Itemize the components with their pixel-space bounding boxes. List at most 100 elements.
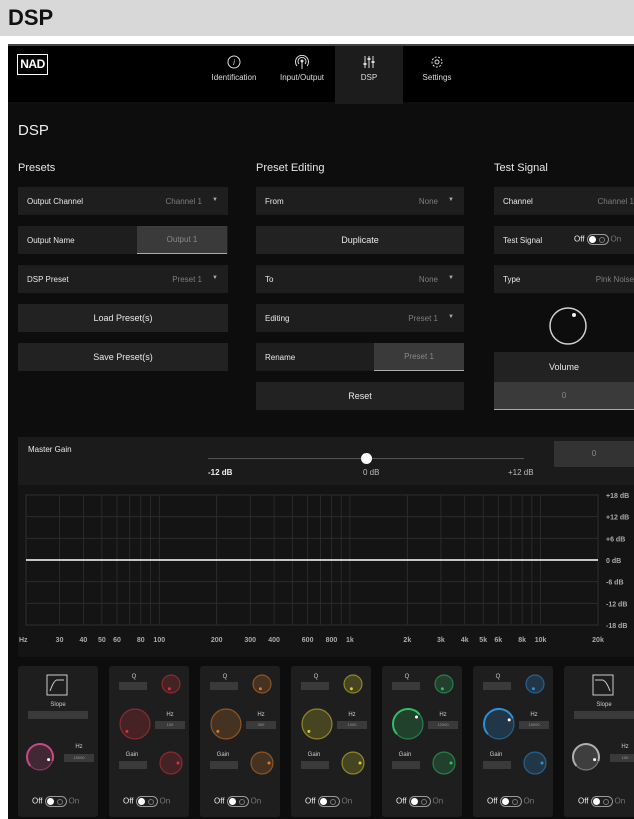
- gain-knob[interactable]: [249, 750, 275, 776]
- q-knob[interactable]: [433, 673, 455, 695]
- toggle-switch[interactable]: [226, 796, 249, 807]
- freq-knob[interactable]: [391, 707, 425, 741]
- tab-settings[interactable]: Settings: [404, 46, 470, 104]
- from-select[interactable]: From None ▼: [256, 187, 464, 215]
- gain-label: Gain: [398, 752, 412, 758]
- chevron-down-icon: ▼: [448, 314, 454, 320]
- peq-band-card: Q Hz 300 Gain Off On: [200, 666, 280, 817]
- band-enable-toggle[interactable]: Off On: [578, 796, 625, 807]
- band-enable-toggle[interactable]: Off On: [305, 796, 352, 807]
- hz-input[interactable]: 100: [155, 721, 185, 729]
- output-channel-label: Output Channel: [27, 197, 84, 206]
- load-presets-button[interactable]: Load Preset(s): [18, 304, 228, 332]
- gain-knob[interactable]: [158, 750, 184, 776]
- q-input[interactable]: [301, 682, 329, 690]
- q-knob[interactable]: [342, 673, 364, 695]
- band-enable-toggle[interactable]: Off On: [396, 796, 443, 807]
- freq-knob[interactable]: [300, 707, 334, 741]
- editing-select[interactable]: Editing Preset 1 ▼: [256, 304, 464, 332]
- channel-label: Channel: [503, 197, 533, 206]
- highpass-freq-knob[interactable]: [25, 742, 55, 772]
- gear-icon: [431, 56, 443, 68]
- freq-knob[interactable]: [209, 707, 243, 741]
- q-knob[interactable]: [160, 673, 182, 695]
- hz-input[interactable]: 100: [610, 754, 634, 762]
- toggle-switch[interactable]: [499, 796, 522, 807]
- q-input[interactable]: [210, 682, 238, 690]
- toggle-off-label: Off: [214, 796, 225, 806]
- toggle-switch[interactable]: [586, 234, 609, 245]
- hz-input[interactable]: 12000: [428, 721, 458, 729]
- q-input[interactable]: [392, 682, 420, 690]
- toggle-switch[interactable]: [408, 796, 431, 807]
- x-tick-label: 50: [98, 637, 106, 644]
- toggle-off-label: Off: [578, 796, 589, 806]
- gain-input[interactable]: [301, 761, 329, 769]
- toggle-switch[interactable]: [317, 796, 340, 807]
- tab-identification[interactable]: i Identification: [198, 46, 270, 104]
- volume-input[interactable]: 0: [494, 382, 634, 410]
- freq-knob[interactable]: [118, 707, 152, 741]
- tab-label: Input/Output: [279, 73, 325, 82]
- gain-input[interactable]: [392, 761, 420, 769]
- channel-select[interactable]: Channel Channel 1: [494, 187, 634, 215]
- toggle-off-label: Off: [487, 796, 498, 806]
- q-knob[interactable]: [251, 673, 273, 695]
- band-enable-toggle[interactable]: Off On: [214, 796, 261, 807]
- hz-input[interactable]: 15000: [64, 754, 94, 762]
- x-tick-label: 600: [302, 637, 314, 644]
- x-tick-label: 30: [56, 637, 64, 644]
- hz-input[interactable]: 1000: [337, 721, 367, 729]
- gain-input[interactable]: [210, 761, 238, 769]
- test-signal-toggle[interactable]: Off On: [574, 234, 621, 245]
- lowpass-freq-knob[interactable]: [571, 742, 601, 772]
- to-select[interactable]: To None ▼: [256, 265, 464, 293]
- toggle-switch[interactable]: [44, 796, 67, 807]
- freq-knob[interactable]: [482, 707, 516, 741]
- toggle-switch[interactable]: [135, 796, 158, 807]
- band-enable-toggle[interactable]: Off On: [32, 796, 79, 807]
- gain-knob[interactable]: [340, 750, 366, 776]
- save-presets-button[interactable]: Save Preset(s): [18, 343, 228, 371]
- type-select[interactable]: Type Pink Noise: [494, 265, 634, 293]
- info-icon: i: [227, 55, 241, 69]
- gain-knob[interactable]: [522, 750, 548, 776]
- master-gain-thumb[interactable]: [360, 453, 372, 464]
- slope-selector[interactable]: [574, 711, 634, 719]
- band-enable-toggle[interactable]: Off On: [487, 796, 534, 807]
- output-name-label: Output Name: [27, 236, 75, 245]
- q-input[interactable]: [119, 682, 147, 690]
- q-knob[interactable]: [524, 673, 546, 695]
- output-name-input[interactable]: Output 1: [137, 226, 227, 254]
- y-tick-label: -6 dB: [606, 580, 624, 587]
- toggle-on-label: On: [523, 796, 535, 806]
- toggle-switch[interactable]: [590, 796, 613, 807]
- to-value: None: [418, 275, 438, 284]
- volume-knob[interactable]: [548, 306, 588, 346]
- master-gain-input[interactable]: 0: [554, 441, 634, 467]
- y-tick-label: -18 dB: [606, 623, 627, 630]
- tab-dsp[interactable]: DSP: [335, 46, 403, 104]
- dsp-preset-label: DSP Preset: [27, 275, 69, 284]
- q-input[interactable]: [483, 682, 511, 690]
- x-tick-label: 4k: [461, 637, 469, 644]
- reset-button[interactable]: Reset: [256, 382, 464, 410]
- hz-input[interactable]: 300: [246, 721, 276, 729]
- duplicate-button[interactable]: Duplicate: [256, 226, 464, 254]
- band-enable-toggle[interactable]: Off On: [123, 796, 170, 807]
- toggle-on-label: On: [610, 234, 622, 244]
- y-tick-label: -12 dB: [606, 601, 627, 608]
- highpass-filter-icon: [46, 674, 68, 696]
- rename-input[interactable]: Preset 1: [374, 343, 464, 371]
- dsp-preset-select[interactable]: DSP Preset Preset 1 ▼: [18, 265, 228, 293]
- output-channel-select[interactable]: Output Channel Channel 1 ▼: [18, 187, 228, 215]
- tab-input-output[interactable]: Input/Output: [271, 46, 333, 104]
- hz-input[interactable]: 15000: [519, 721, 549, 729]
- gain-input[interactable]: [483, 761, 511, 769]
- toggle-off-label: Off: [396, 796, 407, 806]
- toggle-off-label: Off: [32, 796, 43, 806]
- nad-logo: NAD: [17, 54, 48, 75]
- gain-input[interactable]: [119, 761, 147, 769]
- gain-knob[interactable]: [431, 750, 457, 776]
- slope-selector[interactable]: [28, 711, 88, 719]
